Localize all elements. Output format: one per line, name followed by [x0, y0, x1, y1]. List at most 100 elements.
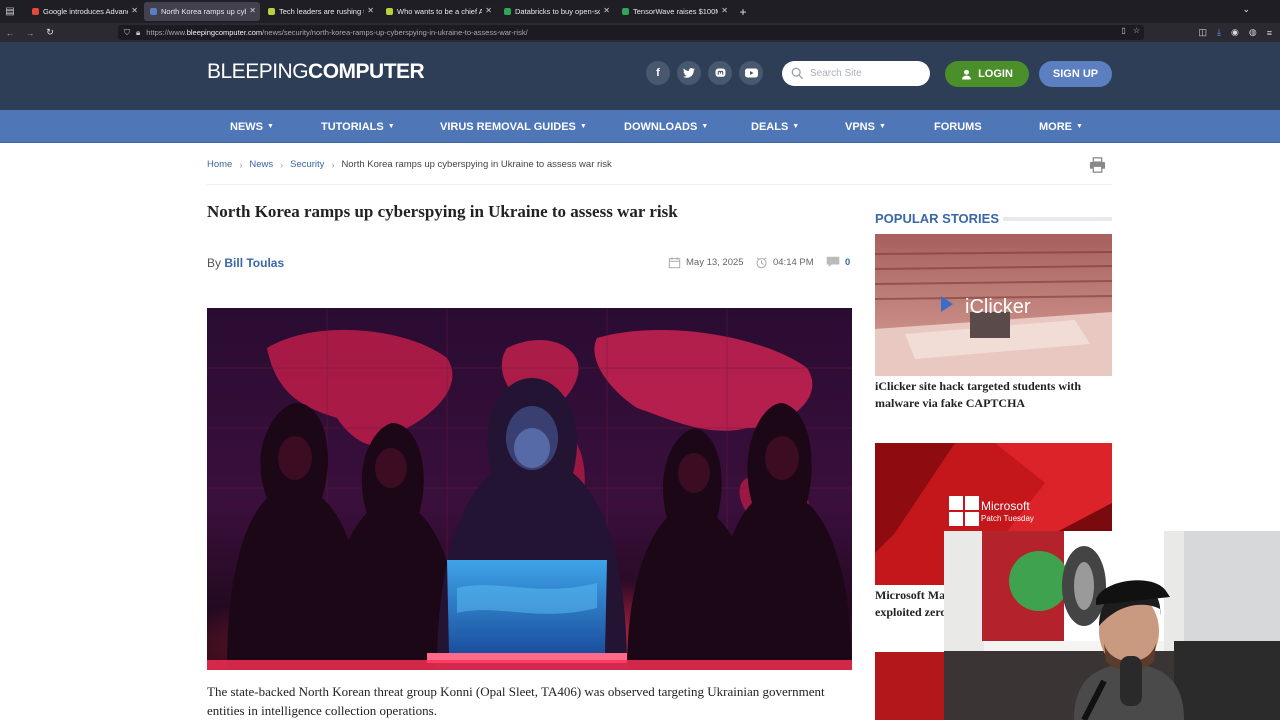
nav-item-deals[interactable]: DEALS ▼	[751, 110, 799, 143]
site-logo[interactable]: BLEEPINGCOMPUTER	[207, 60, 425, 84]
caret-down-icon: ▼	[792, 123, 800, 130]
caret-down-icon: ▼	[387, 123, 395, 130]
article-title: North Korea ramps up cyberspying in Ukra…	[207, 202, 678, 221]
nav-item-label: DEALS	[751, 120, 789, 133]
breadcrumb-current: North Korea ramps up cyberspying in Ukra…	[341, 159, 612, 170]
nav-item-vpns[interactable]: VPNS ▼	[845, 110, 886, 143]
lock-icon[interactable]: 🔒︎	[136, 28, 140, 38]
search-input[interactable]	[810, 68, 920, 79]
article-hero-image	[207, 308, 852, 670]
nav-item-tutorials[interactable]: TUTORIALS ▼	[321, 110, 395, 143]
favicon-icon	[150, 8, 157, 15]
address-bar[interactable]: ⛉ 🔒︎ https://www.bleepingcomputer.com/ne…	[118, 25, 1144, 40]
facebook-icon[interactable]: f	[646, 61, 670, 85]
nav-item-label: DOWNLOADS	[624, 120, 698, 133]
new-tab-icon[interactable]: +	[734, 5, 752, 19]
chevron-right-icon: ›	[280, 159, 284, 170]
microsoft-brand-text: Microsoft	[981, 499, 1030, 513]
browser-tab[interactable]: Who wants to be a chief AI ✕	[380, 2, 496, 21]
author-link[interactable]: Bill Toulas	[224, 256, 284, 270]
nav-item-label: TUTORIALS	[321, 120, 384, 133]
caret-down-icon: ▼	[579, 123, 587, 130]
back-icon[interactable]: ←	[0, 28, 20, 38]
article-time: 04:14 PM	[755, 256, 814, 269]
breadcrumb: Home › News › Security › North Korea ram…	[207, 159, 612, 170]
tab-label: TensorWave raises $100M	[633, 7, 718, 16]
caret-down-icon: ▼	[878, 123, 886, 130]
browser-tab[interactable]: TensorWave raises $100M ✕	[616, 2, 732, 21]
nav-item-downloads[interactable]: DOWNLOADS ▼	[624, 110, 708, 143]
tab-label: North Korea ramps up cyb	[161, 7, 246, 16]
nav-item-virus-removal-guides[interactable]: VIRUS REMOVAL GUIDES ▼	[440, 110, 587, 143]
close-tab-icon[interactable]: ✕	[367, 6, 374, 15]
login-button[interactable]: LOGIN	[945, 61, 1029, 87]
nav-item-more[interactable]: MORE ▼	[1039, 110, 1083, 143]
favicon-icon	[622, 8, 629, 15]
favicon-icon	[32, 8, 39, 15]
caret-down-icon: ▼	[267, 123, 274, 130]
webcam-overlay	[944, 531, 1280, 720]
article-date: May 13, 2025	[668, 256, 744, 269]
popular-stories-heading: POPULAR STORIES	[875, 211, 1000, 226]
browser-tab[interactable]: Databricks to buy open-so ✕	[498, 2, 614, 21]
pocket-icon[interactable]: ◫	[1199, 27, 1208, 38]
menu-icon[interactable]: ≡	[1267, 28, 1272, 38]
tab-overview-icon[interactable]: ▤	[0, 0, 20, 23]
social-links: f	[646, 61, 770, 85]
account-icon[interactable]: ◉	[1231, 27, 1239, 38]
extension-icon[interactable]: ◍	[1249, 27, 1257, 38]
clock-icon	[756, 257, 767, 269]
downloads-icon[interactable]: ⤓	[1217, 27, 1221, 38]
chevron-right-icon: ›	[331, 159, 335, 170]
bookmark-star-icon[interactable]: ☆	[1133, 26, 1140, 35]
main-navigation: NEWS ▼ TUTORIALS ▼ VIRUS REMOVAL GUIDES ▼ DOWN…	[0, 110, 1280, 143]
close-tab-icon[interactable]: ✕	[603, 6, 610, 15]
caret-down-icon: ▼	[701, 123, 709, 130]
calendar-icon	[668, 257, 681, 269]
browser-tab[interactable]: Google introduces Advanc ✕	[26, 2, 142, 21]
mastodon-icon[interactable]	[708, 61, 732, 85]
byline: By Bill Toulas	[207, 256, 285, 270]
forward-icon[interactable]: →	[20, 28, 40, 38]
caret-down-icon: ▼	[1076, 123, 1083, 130]
nav-item-label: FORUMS	[934, 120, 982, 133]
list-all-tabs-icon[interactable]: ⌄	[1242, 4, 1250, 15]
reader-view-icon[interactable]: ▯	[1121, 26, 1125, 35]
twitter-icon[interactable]	[677, 61, 701, 85]
iclicker-logo-text: iClicker	[965, 296, 1031, 318]
breadcrumb-security[interactable]: Security	[290, 159, 324, 170]
chevron-right-icon: ›	[239, 159, 243, 170]
nav-item-forums[interactable]: FORUMS	[934, 110, 982, 143]
comment-icon	[826, 256, 840, 268]
tab-label: Who wants to be a chief AI	[397, 7, 482, 16]
close-tab-icon[interactable]: ✕	[485, 6, 492, 15]
story-thumbnail[interactable]: iClicker	[875, 234, 1112, 376]
breadcrumb-home[interactable]: Home	[207, 159, 232, 170]
signup-button[interactable]: SIGN UP	[1039, 61, 1112, 87]
search-box	[782, 61, 930, 86]
favicon-icon	[268, 8, 275, 15]
tab-list: Google introduces Advanc ✕ North Korea ram…	[26, 2, 734, 21]
close-tab-icon[interactable]: ✕	[131, 6, 138, 15]
tab-label: Google introduces Advanc	[43, 7, 128, 16]
story-title-link[interactable]: iClicker site hack targeted students wit…	[875, 378, 1112, 412]
close-tab-icon[interactable]: ✕	[249, 6, 256, 15]
comments-count[interactable]: 0	[826, 256, 850, 268]
browser-window: ▤ Google introduces Advanc ✕ North Korea r…	[0, 0, 1280, 720]
divider	[1003, 217, 1112, 221]
nav-item-news[interactable]: NEWS ▼	[230, 110, 274, 143]
shield-icon[interactable]: ⛉	[124, 28, 130, 38]
breadcrumb-news[interactable]: News	[249, 159, 273, 170]
divider	[207, 184, 1112, 185]
youtube-icon[interactable]	[739, 61, 763, 85]
search-icon[interactable]	[791, 67, 804, 80]
close-tab-icon[interactable]: ✕	[721, 6, 728, 15]
url-text[interactable]: https://www.bleepingcomputer.com/news/se…	[146, 28, 527, 37]
print-icon[interactable]	[1089, 157, 1106, 178]
browser-tab[interactable]: North Korea ramps up cyb ✕	[144, 2, 260, 21]
site-header: BLEEPINGCOMPUTER f LOGIN SIGN UP	[0, 42, 1280, 110]
reload-icon[interactable]: ↻	[40, 27, 60, 38]
favicon-icon	[386, 8, 393, 15]
patch-tuesday-text: Patch Tuesday	[981, 514, 1034, 523]
browser-tab[interactable]: Tech leaders are rushing to ✕	[262, 2, 378, 21]
